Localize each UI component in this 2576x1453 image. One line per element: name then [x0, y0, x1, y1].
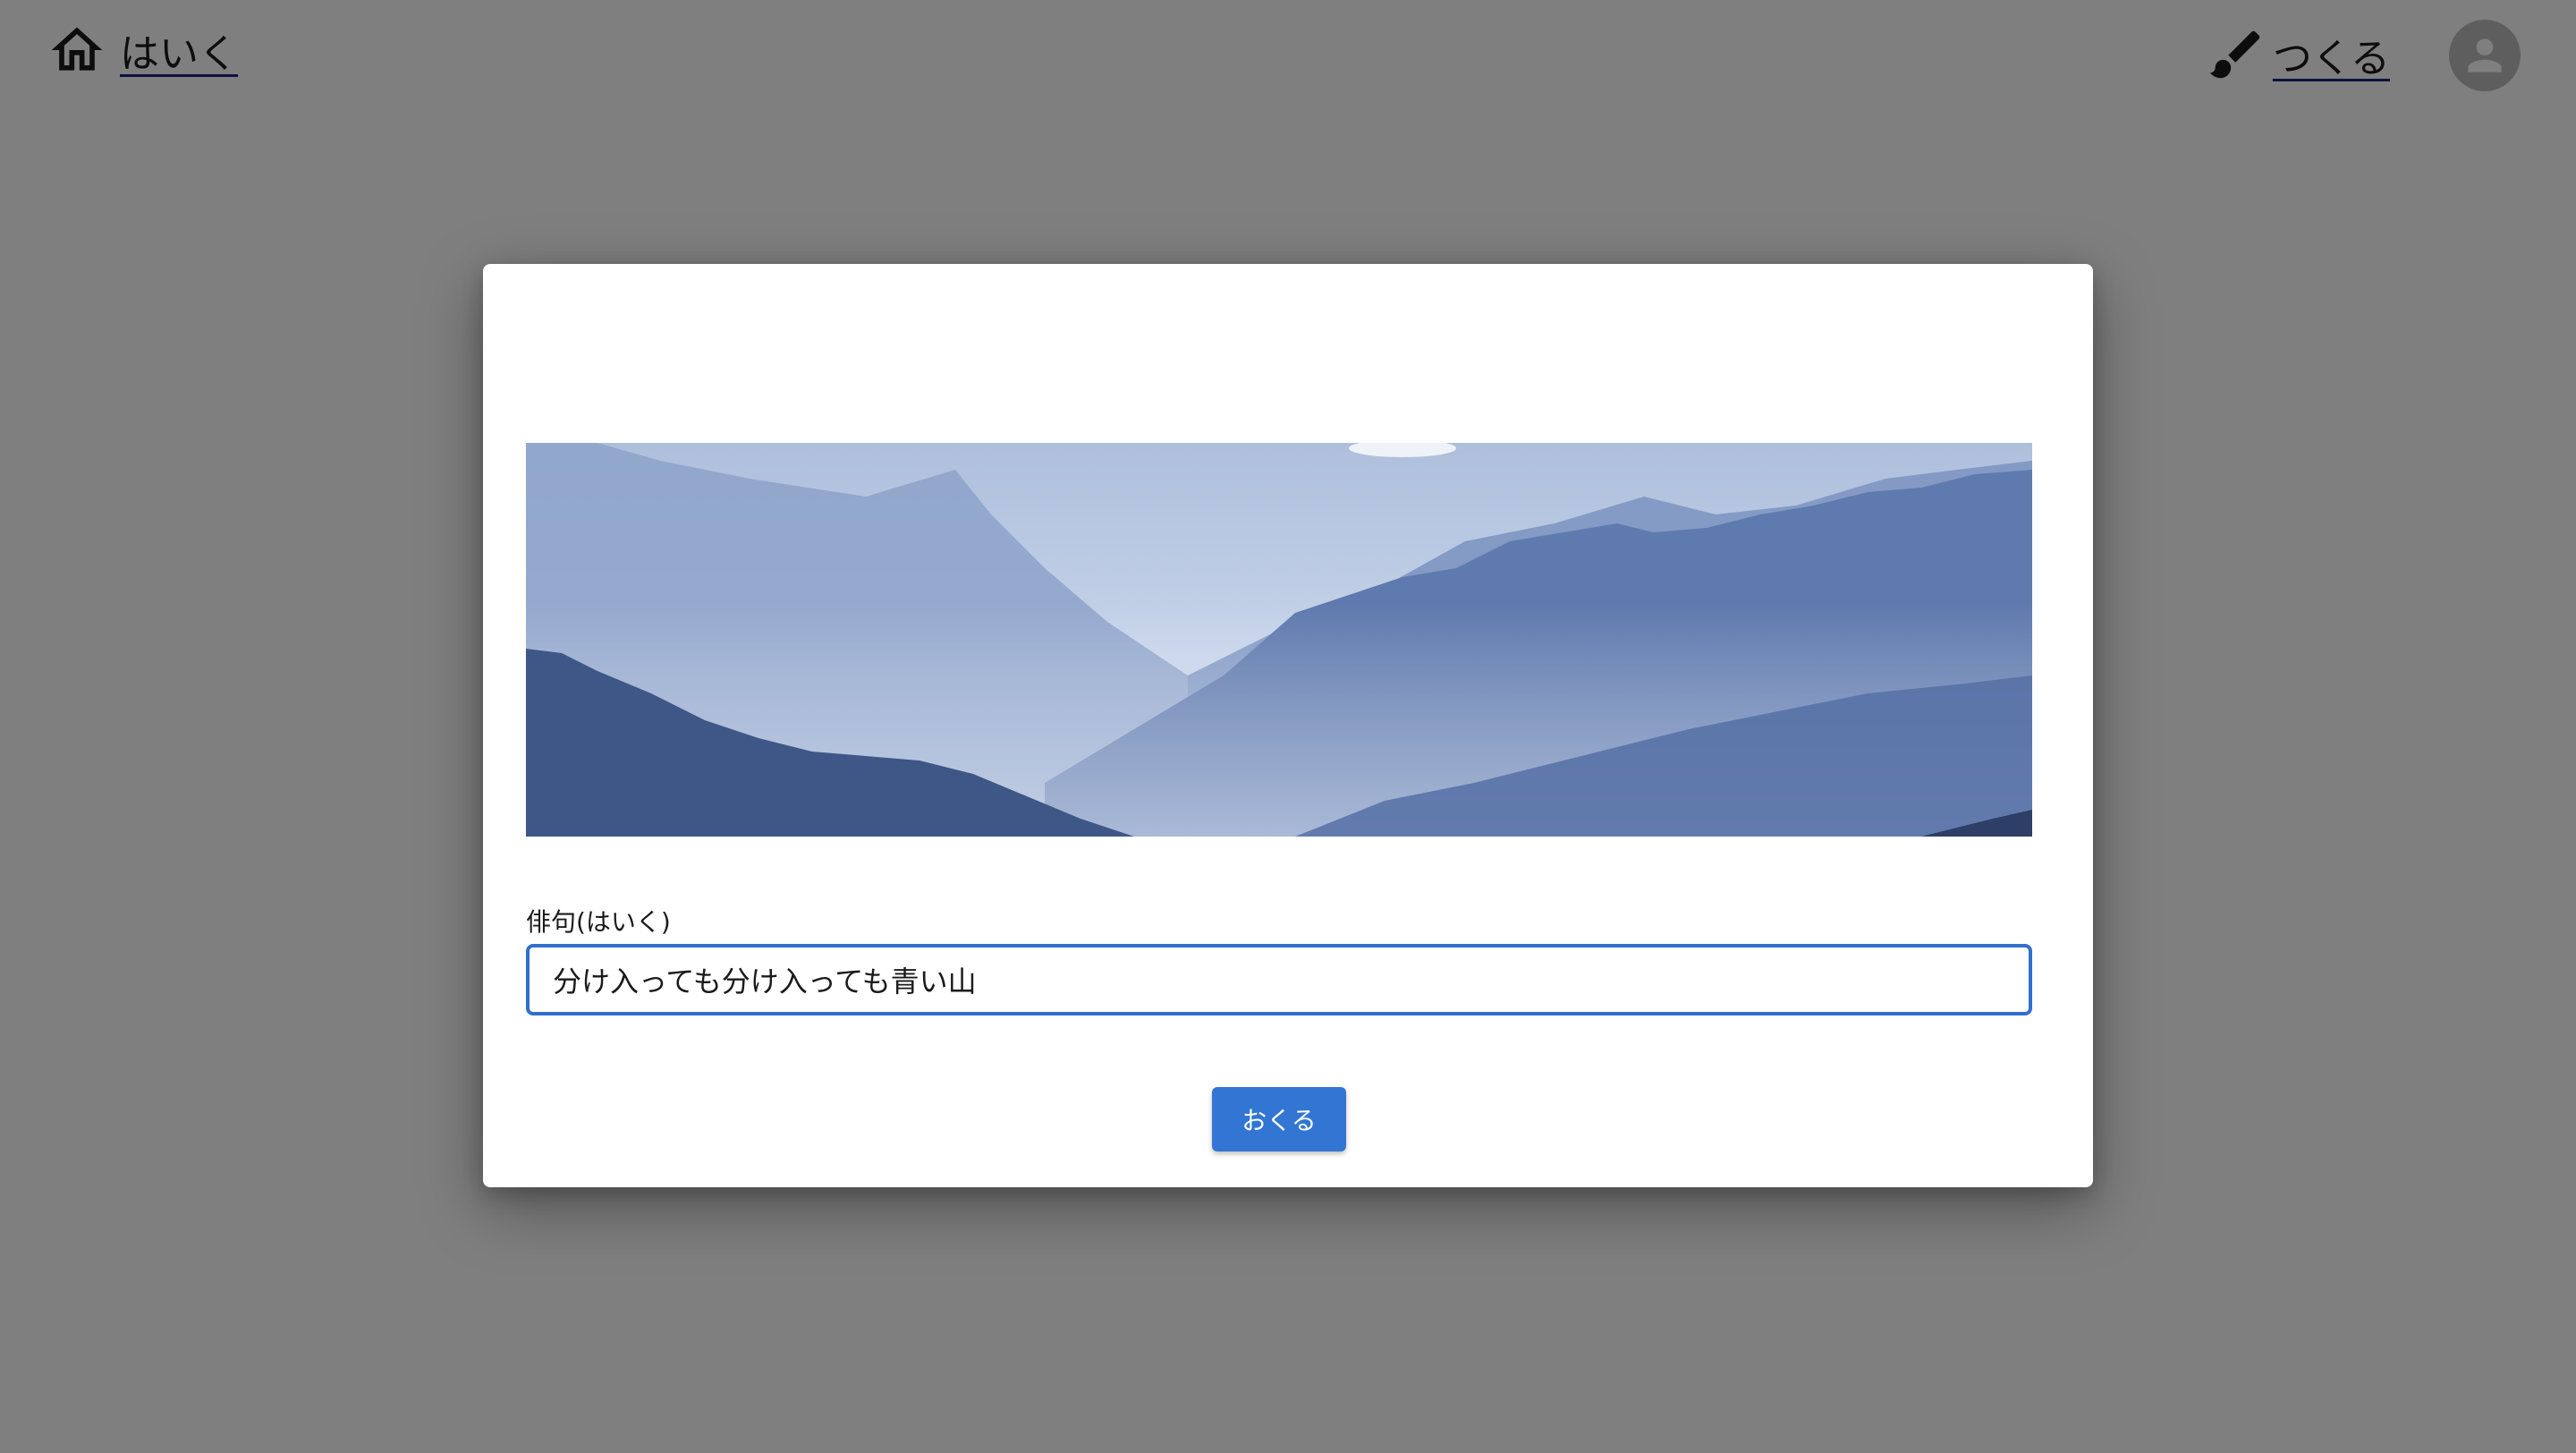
haiku-input[interactable] [526, 944, 2032, 1015]
mountain-image [526, 443, 2032, 837]
send-button[interactable]: おくる [1212, 1087, 1346, 1151]
haiku-dialog: 俳句(はいく) おくる [483, 264, 2093, 1187]
haiku-field-label: 俳句(はいく) [526, 907, 671, 937]
